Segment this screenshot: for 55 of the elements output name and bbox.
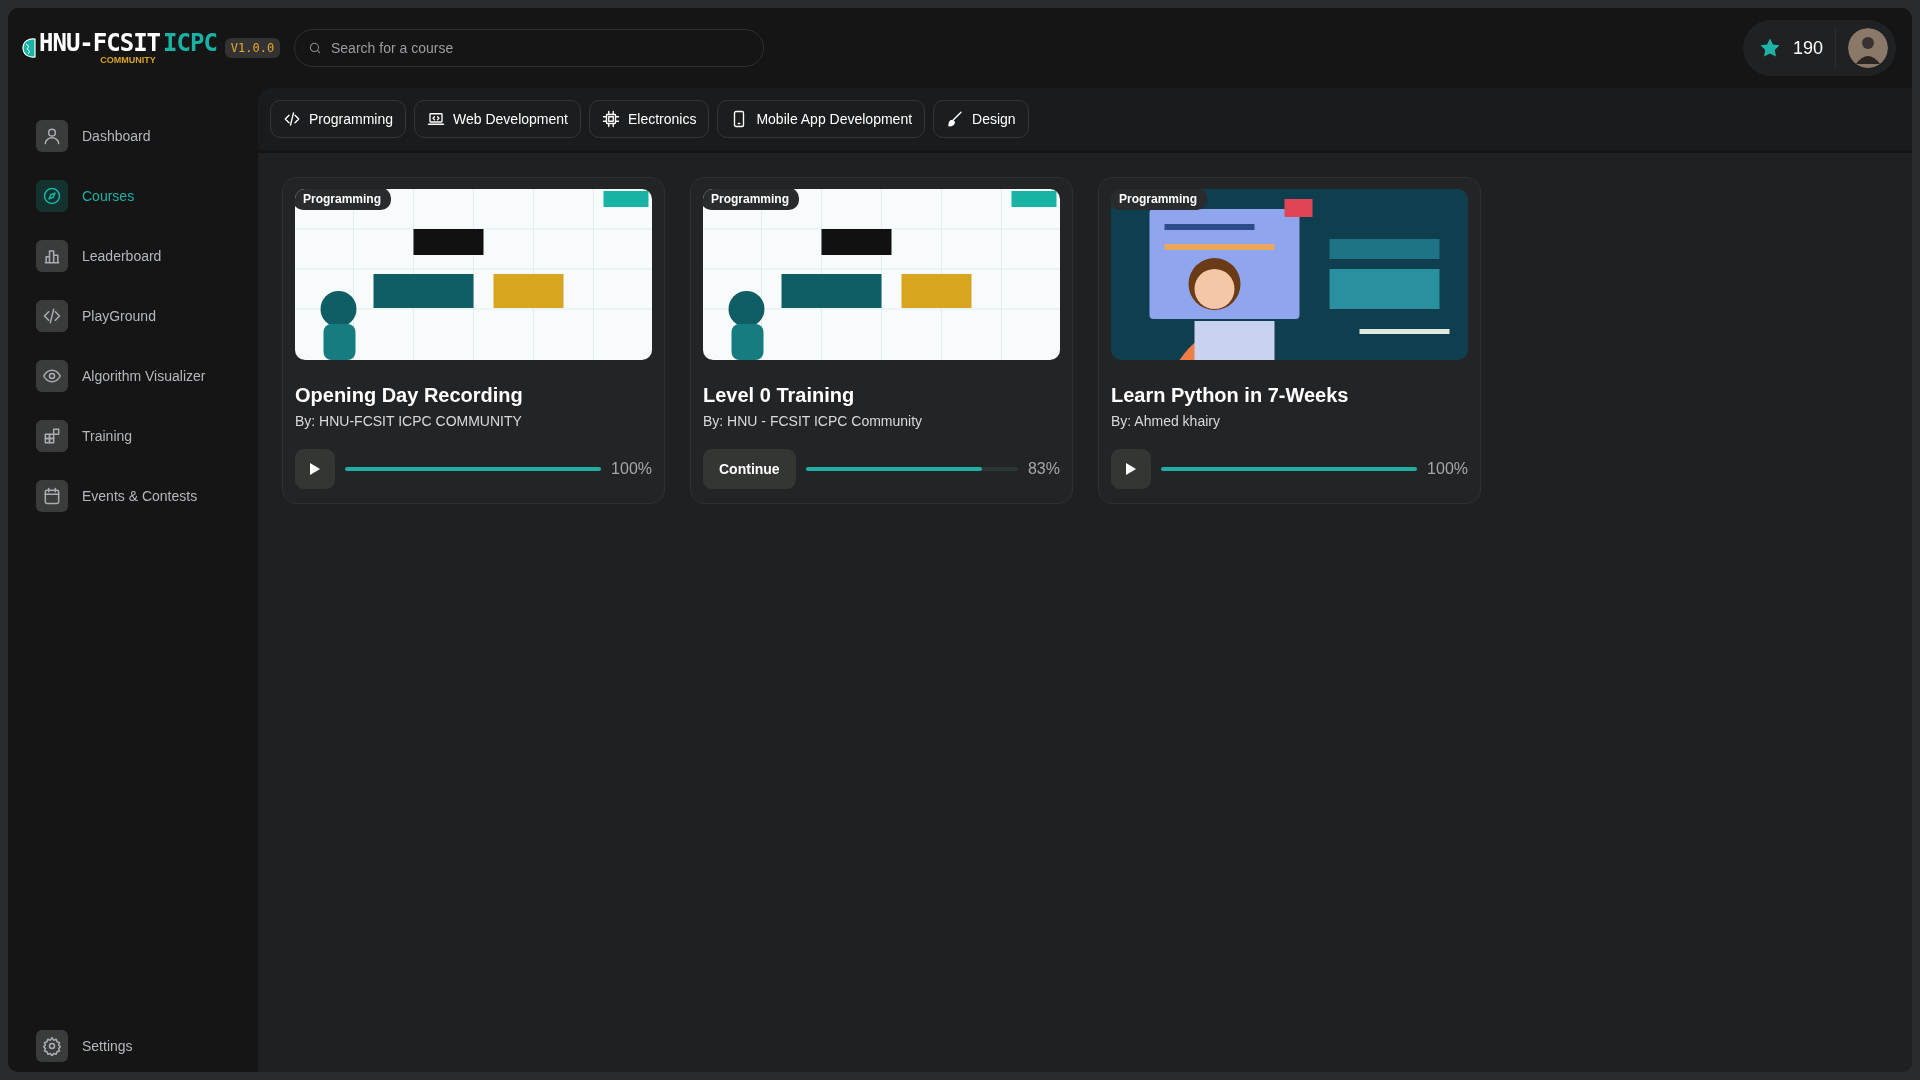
sidebar-item[interactable]: Settings — [36, 1030, 258, 1062]
category-tab[interactable]: Electronics — [588, 100, 710, 138]
category-tab[interactable]: Mobile App Development — [717, 100, 926, 138]
user-icon — [42, 126, 62, 146]
compass-icon — [42, 186, 62, 206]
brain-icon — [22, 37, 36, 59]
category-tag: Programming — [295, 189, 391, 210]
sidebar-item[interactable]: Events & Contests — [36, 480, 258, 512]
category-tab[interactable]: Programming — [270, 100, 407, 138]
progress-percent: 100% — [1427, 460, 1468, 478]
category-tab[interactable]: Web Development — [414, 100, 581, 138]
logo-subtitle: COMMUNITY — [100, 56, 156, 65]
star-icon — [1758, 37, 1781, 59]
play-button[interactable] — [1111, 449, 1151, 489]
points-count: 190 — [1792, 37, 1823, 59]
brush-icon — [946, 110, 965, 128]
sidebar-item[interactable]: Leaderboard — [36, 240, 258, 272]
logo-text: ICPC — [163, 31, 217, 55]
logo-text: HNU-FCSIT — [39, 31, 161, 55]
search-field[interactable]: Search for a course — [294, 29, 764, 67]
course-card[interactable]: Programming Learn Python in 7-Weeks By: Ahmed khairy 100% — [1098, 177, 1481, 504]
user-badge[interactable]: 190 — [1742, 20, 1896, 76]
code-icon — [283, 110, 301, 128]
sidebar-item[interactable]: Algorithm Visualizer — [36, 360, 258, 392]
course-title: Opening Day Recording — [295, 384, 524, 407]
play-icon — [1125, 462, 1137, 476]
progress-percent: 83% — [1027, 460, 1060, 478]
progress-percent: 100% — [611, 460, 652, 478]
avatar[interactable] — [1848, 28, 1888, 68]
course-author: By: HNU - FCSIT ICPC Community — [703, 413, 924, 429]
sidebar-item[interactable]: Dashboard — [36, 120, 258, 152]
gear-icon — [42, 1036, 62, 1056]
sidebar-item[interactable]: Courses — [36, 180, 258, 212]
course-card[interactable]: Programming Opening Day Recording By: HNU-FCSIT ICPC COMMUNITY 100% — [282, 177, 665, 504]
laptop-icon — [427, 110, 446, 128]
calendar-icon — [42, 486, 62, 506]
category-tag: Programming — [1111, 189, 1207, 210]
sidebar-item[interactable]: PlayGround — [36, 300, 258, 332]
course-card[interactable]: Programming Level 0 Training By: HNU - FCSIT ICPC Community Continue 83% — [690, 177, 1073, 504]
continue-button[interactable]: Continue — [703, 449, 796, 489]
course-author: By: HNU-FCSIT ICPC COMMUNITY — [295, 413, 523, 429]
blocks-icon — [42, 426, 62, 446]
chip-icon — [601, 110, 620, 128]
play-icon — [309, 462, 321, 476]
course-author: By: Ahmed khairy — [1111, 413, 1221, 429]
category-tag: Programming — [703, 189, 799, 210]
sidebar-item[interactable]: Training — [36, 420, 258, 452]
version-badge: V1.0.0 — [224, 38, 281, 58]
eye-icon — [42, 366, 62, 386]
category-tab[interactable]: Design — [933, 100, 1029, 138]
course-title: Level 0 Training — [703, 384, 856, 407]
code-icon — [42, 306, 62, 326]
search-icon — [308, 41, 322, 55]
play-button[interactable] — [295, 449, 335, 489]
course-title: Learn Python in 7-Weeks — [1111, 384, 1350, 407]
